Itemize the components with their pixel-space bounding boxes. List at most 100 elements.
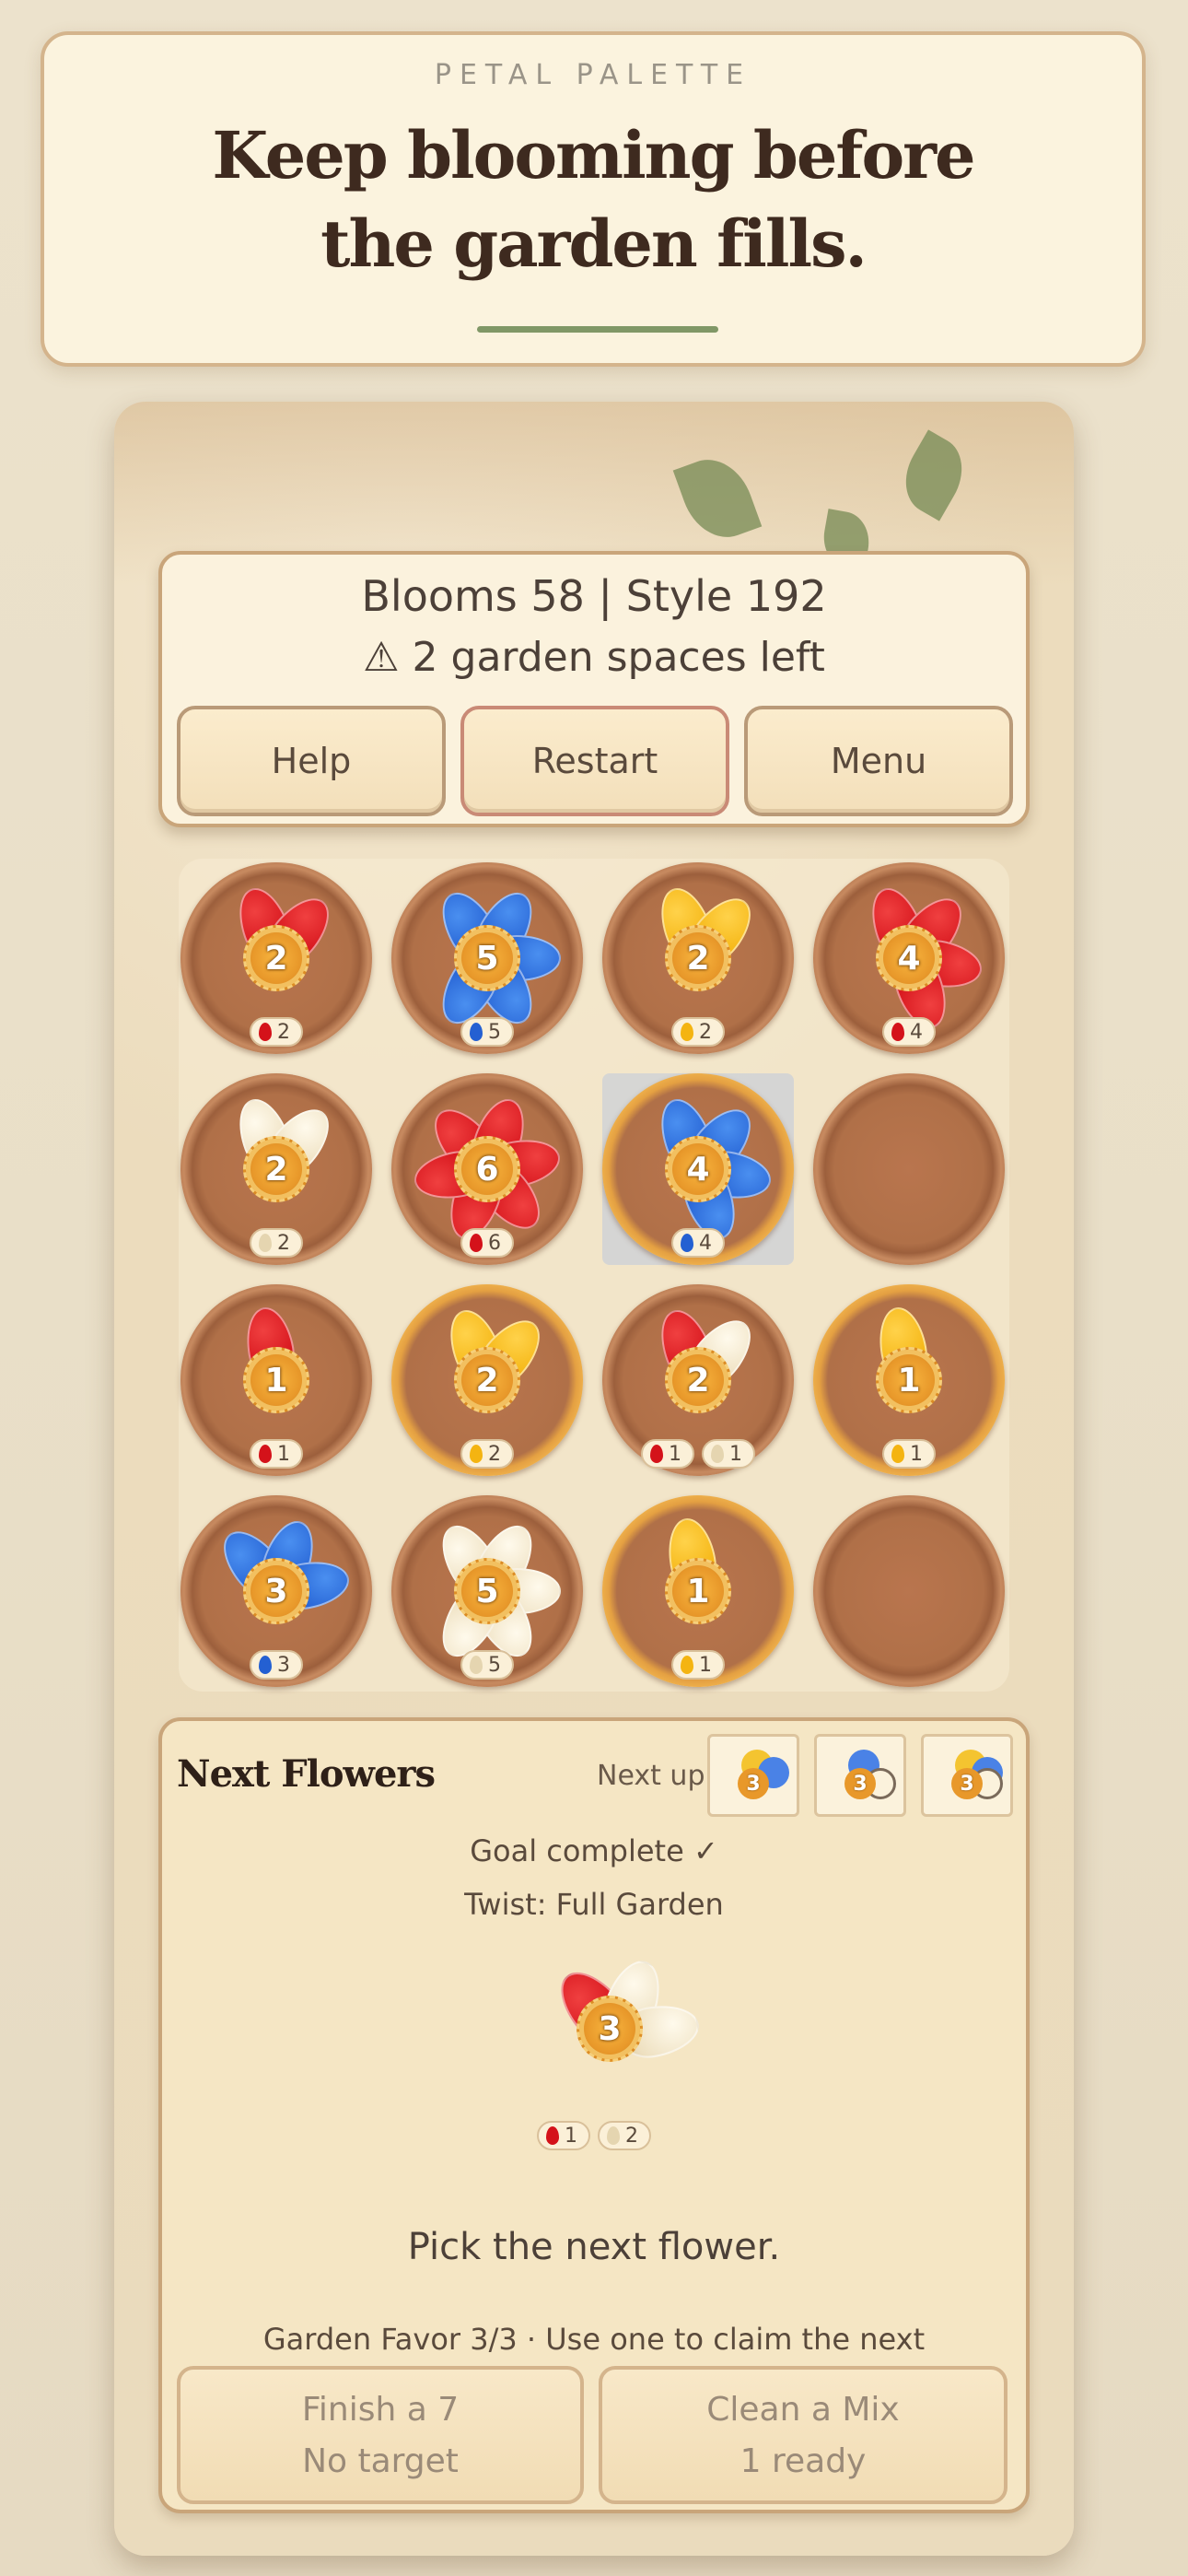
flower-center: 3 bbox=[243, 1558, 309, 1624]
garden-pot-flower[interactable]: 11 bbox=[181, 1284, 372, 1476]
petal-count-chip: 3 bbox=[250, 1650, 303, 1680]
clean-a-mix-button[interactable]: Clean a Mix 1 ready bbox=[599, 2366, 1007, 2504]
garden-pot-flower[interactable]: 11 bbox=[602, 1495, 794, 1687]
petal-count: 2 bbox=[625, 2124, 638, 2148]
petal-count-chip: 1 bbox=[537, 2121, 590, 2150]
garden-pot-empty[interactable] bbox=[813, 1073, 1005, 1265]
white-petal-icon bbox=[470, 1656, 483, 1674]
pot-chips: 2 bbox=[181, 1228, 372, 1258]
petal-count: 1 bbox=[565, 2124, 577, 2148]
garden-pot-flower[interactable]: 22 bbox=[602, 862, 794, 1054]
next-flowers-title: Next Flowers bbox=[177, 1752, 436, 1796]
red-petal-icon bbox=[259, 1023, 272, 1041]
yellow-petal-icon bbox=[470, 1445, 483, 1463]
petal-count-chip: 1 bbox=[641, 1439, 694, 1469]
pot-chips: 2 bbox=[602, 1017, 794, 1047]
petal-count-chip: 2 bbox=[250, 1017, 303, 1047]
flower-center: 6 bbox=[454, 1136, 520, 1202]
petal-count: 1 bbox=[699, 1653, 712, 1677]
petal-count: 4 bbox=[910, 1020, 923, 1044]
garden-pot-empty[interactable] bbox=[813, 1495, 1005, 1687]
preview-count: 3 bbox=[951, 1768, 983, 1799]
spaces-warning: ⚠ 2 garden spaces left bbox=[363, 634, 825, 681]
pot-chips: 5 bbox=[391, 1017, 583, 1047]
white-petal-icon bbox=[259, 1234, 272, 1252]
petal-count: 4 bbox=[699, 1231, 712, 1255]
preview-count: 3 bbox=[738, 1768, 769, 1799]
garden-pot-flower[interactable]: 55 bbox=[391, 1495, 583, 1687]
red-petal-icon bbox=[650, 1445, 663, 1463]
twist-label: Twist: Full Garden bbox=[464, 1887, 724, 1922]
pot-chips: 5 bbox=[391, 1650, 583, 1680]
white-petal-icon bbox=[711, 1445, 724, 1463]
petal-count-chip: 1 bbox=[671, 1650, 725, 1680]
garden-pot-flower[interactable]: 2 11 bbox=[602, 1284, 794, 1476]
red-petal-icon bbox=[259, 1445, 272, 1463]
pot-rim bbox=[813, 1073, 1005, 1265]
petal-count-chip: 2 bbox=[460, 1439, 514, 1469]
restart-button[interactable]: Restart bbox=[460, 706, 729, 816]
flower-center: 2 bbox=[665, 1347, 731, 1413]
yellow-petal-icon bbox=[681, 1656, 693, 1674]
current-flower[interactable]: 3 bbox=[514, 1933, 726, 2145]
headline: Keep blooming before the garden fills. bbox=[212, 117, 975, 282]
clean-label: Clean a Mix bbox=[706, 2391, 900, 2429]
flower-center: 5 bbox=[454, 925, 520, 991]
flower-center: 2 bbox=[665, 925, 731, 991]
garden-pot-flower[interactable]: 22 bbox=[181, 1073, 372, 1265]
pot-chips: 4 bbox=[602, 1228, 794, 1258]
yellow-petal-icon bbox=[891, 1445, 904, 1463]
clean-status: 1 ready bbox=[740, 2442, 867, 2480]
petal-count: 6 bbox=[488, 1231, 501, 1255]
game-board: Blooms 58 | Style 192 ⚠ 2 garden spaces … bbox=[114, 402, 1074, 2556]
petal-count: 2 bbox=[699, 1020, 712, 1044]
petal-count-chip: 5 bbox=[460, 1017, 514, 1047]
red-petal-icon bbox=[891, 1023, 904, 1041]
garden-grid: 22552244226644112221111335511 bbox=[179, 859, 1009, 1692]
next-up-preview[interactable]: 3 bbox=[814, 1734, 906, 1817]
garden-pot-flower[interactable]: 11 bbox=[813, 1284, 1005, 1476]
finish-status: No target bbox=[302, 2442, 459, 2480]
stats-panel: Blooms 58 | Style 192 ⚠ 2 garden spaces … bbox=[158, 551, 1030, 827]
petal-count-chip: 4 bbox=[671, 1228, 725, 1258]
pot-chips: 6 bbox=[391, 1228, 583, 1258]
petal-count-chip: 5 bbox=[460, 1650, 514, 1680]
finish-label: Finish a 7 bbox=[301, 2391, 460, 2429]
flower-center: 2 bbox=[243, 925, 309, 991]
pot-chips: 1 bbox=[602, 1650, 794, 1680]
petal-count: 5 bbox=[488, 1653, 501, 1677]
next-up-preview[interactable]: 3 bbox=[921, 1734, 1013, 1817]
flower-center: 5 bbox=[454, 1558, 520, 1624]
garden-pot-flower[interactable]: 33 bbox=[181, 1495, 372, 1687]
garden-pot-flower[interactable]: 55 bbox=[391, 862, 583, 1054]
finish-a-seven-button[interactable]: Finish a 7 No target bbox=[177, 2366, 584, 2504]
garden-pot-flower[interactable]: 66 bbox=[391, 1073, 583, 1265]
preview-count: 3 bbox=[844, 1768, 876, 1799]
goal-status: Goal complete ✓ bbox=[470, 1833, 718, 1868]
flower-center: 2 bbox=[243, 1136, 309, 1202]
petal-count: 1 bbox=[910, 1442, 923, 1466]
petal-count: 1 bbox=[277, 1442, 290, 1466]
petal-count-chip: 1 bbox=[250, 1439, 303, 1469]
red-petal-icon bbox=[470, 1234, 483, 1252]
petal-count-chip: 2 bbox=[671, 1017, 725, 1047]
pot-chips: 1 bbox=[181, 1439, 372, 1469]
pot-chips: 3 bbox=[181, 1650, 372, 1680]
red-petal-icon bbox=[546, 2126, 559, 2145]
garden-pot-flower[interactable]: 22 bbox=[391, 1284, 583, 1476]
petal-count-chip: 2 bbox=[598, 2121, 651, 2150]
next-up-preview[interactable]: 3 bbox=[707, 1734, 799, 1817]
petal-count-chip: 1 bbox=[882, 1439, 936, 1469]
flower-center: 1 bbox=[665, 1558, 731, 1624]
pot-rim bbox=[813, 1495, 1005, 1687]
pot-chips: 2 bbox=[391, 1439, 583, 1469]
flower-center: 4 bbox=[665, 1136, 731, 1202]
flower-center: 3 bbox=[577, 1996, 643, 2062]
garden-pot-flower[interactable]: 44 bbox=[602, 1073, 794, 1265]
menu-button[interactable]: Menu bbox=[744, 706, 1013, 816]
garden-pot-flower[interactable]: 44 bbox=[813, 862, 1005, 1054]
flower-center: 4 bbox=[876, 925, 942, 991]
garden-pot-flower[interactable]: 22 bbox=[181, 862, 372, 1054]
petal-count-chip: 1 bbox=[702, 1439, 755, 1469]
help-button[interactable]: Help bbox=[177, 706, 446, 816]
